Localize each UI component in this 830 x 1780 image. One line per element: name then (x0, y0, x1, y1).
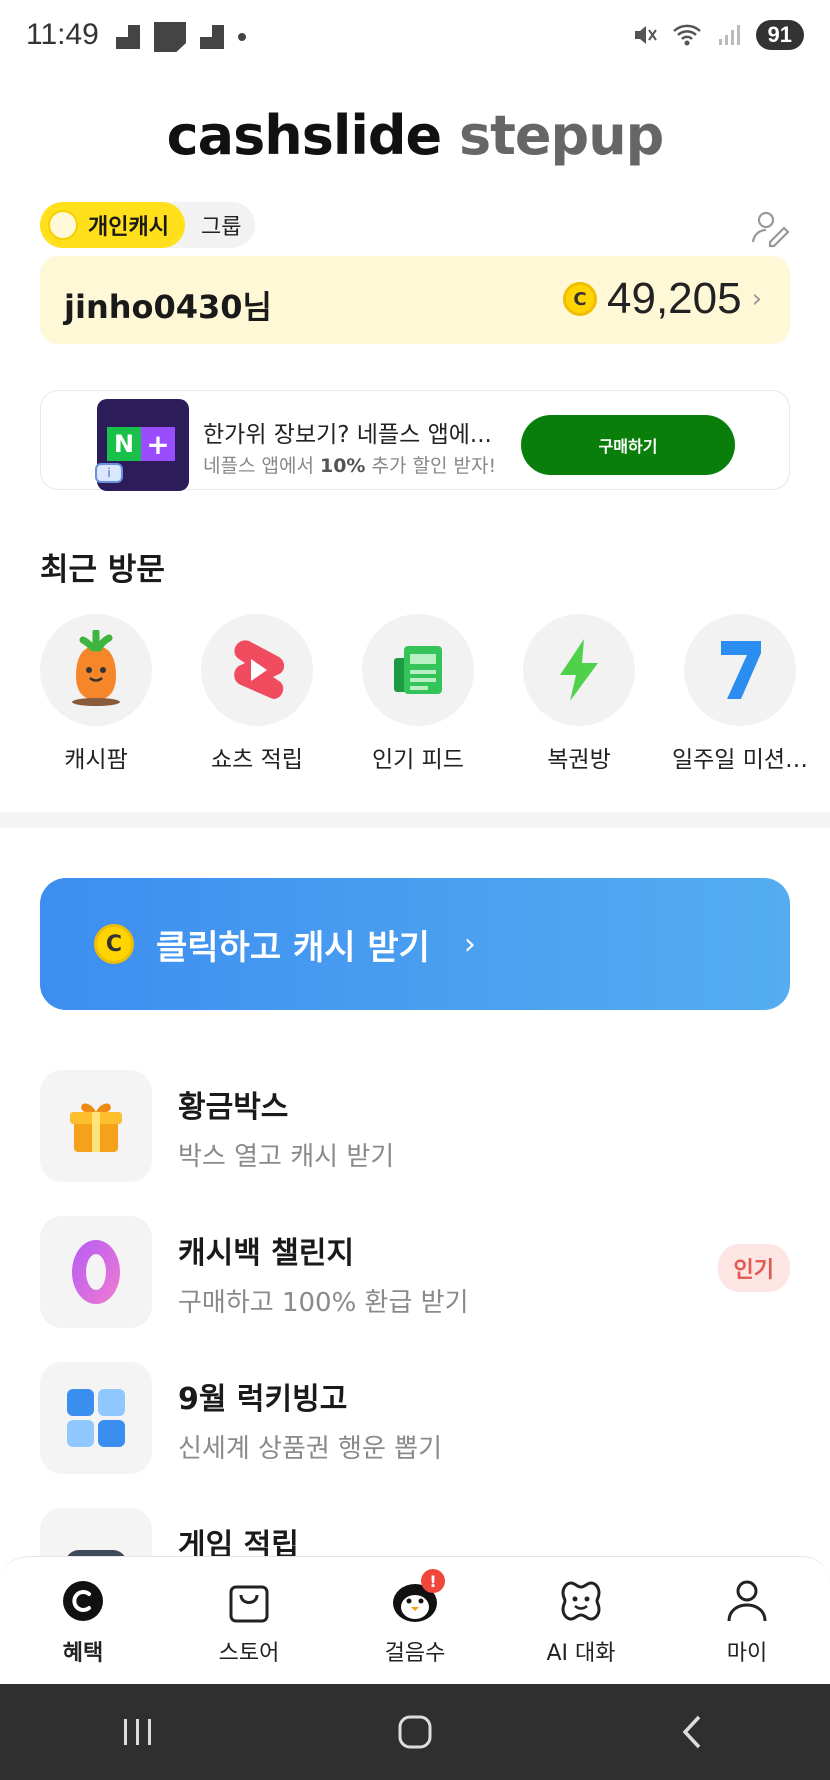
toggle-knob (48, 210, 78, 240)
benefit-item-golden-box[interactable]: 황금박스 박스 열고 캐시 받기 (40, 1070, 790, 1216)
recent-item-label: 일주일 미션… (671, 747, 809, 773)
recent-item-label: 인기 피드 (372, 747, 464, 773)
cash-coin-icon (59, 1577, 107, 1625)
nav-benefits[interactable]: 혜택 (0, 1557, 166, 1684)
home-icon[interactable] (375, 1702, 455, 1762)
more-notifications-icon (238, 33, 246, 41)
toggle-group[interactable]: 그룹 (185, 209, 241, 241)
nav-store[interactable]: 스토어 (166, 1557, 332, 1684)
nav-label: 스토어 (218, 1641, 280, 1666)
profile-edit-icon[interactable] (750, 208, 790, 248)
signal-icon (714, 20, 744, 50)
logo-part-1: cashslide (166, 104, 442, 167)
nav-steps[interactable]: ! 걸음수 (332, 1557, 498, 1684)
mute-icon (630, 20, 660, 50)
ad-logo-n: N (107, 427, 141, 461)
notification-icons (116, 22, 246, 52)
ai-face-icon (557, 1577, 605, 1625)
status-bar: 11:49 91 (0, 0, 830, 72)
chevron-right-icon: › (463, 926, 476, 962)
penguin-icon: ! (391, 1569, 445, 1625)
ad-subtitle-suffix: 추가 할인 받자! (365, 455, 497, 477)
balance-card[interactable]: jinho0430님 C 49,205 › (40, 256, 790, 344)
seven-icon (684, 614, 796, 726)
bottom-navigation: 혜택 스토어 ! 걸음수 AI 대화 마이 (0, 1556, 830, 1684)
nav-label: 걸음수 (384, 1641, 446, 1666)
toggle-personal[interactable]: 개인캐시 (40, 202, 185, 248)
ad-subtitle: 네플스 앱에서 10% 추가 할인 받자! (203, 451, 496, 478)
ad-buy-button[interactable]: 구매하기 (521, 415, 735, 475)
app-logo: cashslide stepup (0, 104, 830, 167)
recent-item-label: 복권방 (547, 747, 611, 773)
zero-icon (40, 1216, 152, 1328)
nav-label: 마이 (726, 1641, 768, 1666)
alert-badge: ! (421, 1569, 445, 1593)
benefit-item-lucky-bingo[interactable]: 9월 럭키빙고 신세계 상품권 행운 뽑기 (40, 1362, 790, 1508)
popular-badge: 인기 (717, 1244, 790, 1292)
benefit-subtitle: 구매하고 100% 환급 받기 (178, 1288, 469, 1318)
system-status: 91 (630, 20, 804, 50)
gift-box-icon (40, 1070, 152, 1182)
recent-item-shorts[interactable]: 쇼츠 적립 (201, 614, 313, 774)
recent-item-cashfarm[interactable]: 캐시팜 (40, 614, 152, 774)
cash-coin-icon: C (94, 924, 134, 964)
benefit-title: 황금박스 (178, 1090, 289, 1125)
notification-icon (200, 25, 224, 49)
benefit-item-cashback-challenge[interactable]: 캐시백 챌린지 구매하고 100% 환급 받기 인기 (40, 1216, 790, 1362)
banner-text: 클릭하고 캐시 받기 (156, 927, 430, 968)
ad-banner[interactable]: N + i 한가위 장보기? 네플스 앱에... 네플스 앱에서 10% 추가 … (40, 390, 790, 491)
recent-visits-title: 최근 방문 (40, 552, 165, 588)
nav-label: AI 대화 (546, 1641, 616, 1666)
recent-item-lottery[interactable]: 복권방 (523, 614, 635, 774)
section-divider (0, 812, 830, 828)
nav-label: 혜택 (62, 1641, 104, 1666)
benefit-subtitle: 신세계 상품권 행운 뽑기 (178, 1434, 442, 1464)
lightning-icon (523, 614, 635, 726)
newspaper-icon (362, 614, 474, 726)
nav-ai-chat[interactable]: AI 대화 (498, 1557, 664, 1684)
ad-logo-plus: + (141, 427, 175, 461)
click-cash-banner[interactable]: C 클릭하고 캐시 받기 › (40, 878, 790, 1010)
wifi-icon (672, 20, 702, 50)
battery-indicator: 91 (755, 20, 804, 50)
toggle-personal-label: 개인캐시 (88, 215, 169, 240)
shorts-play-icon (201, 614, 313, 726)
carrot-icon (40, 614, 152, 726)
recent-visits-list: 캐시팜 쇼츠 적립 인기 피드 복권방 일주일 미션… (40, 614, 830, 774)
notification-icon (116, 25, 140, 49)
balance-amount: 49,205 (607, 274, 742, 323)
username: jinho0430님 (64, 288, 272, 326)
bingo-grid-icon (40, 1362, 152, 1474)
cash-type-toggle[interactable]: 개인캐시 그룹 (40, 202, 256, 248)
ad-subtitle-highlight: 10% (319, 455, 366, 477)
recent-item-label: 쇼츠 적립 (211, 747, 303, 773)
recent-item-popular-feed[interactable]: 인기 피드 (362, 614, 474, 774)
recent-item-label: 캐시팜 (64, 747, 128, 773)
recent-item-weekly-mission[interactable]: 일주일 미션… (672, 614, 808, 774)
ad-info-icon[interactable]: i (95, 463, 123, 483)
shopping-bag-icon (225, 1577, 273, 1625)
nav-my[interactable]: 마이 (664, 1557, 830, 1684)
system-navigation-bar (0, 1684, 830, 1780)
status-time: 11:49 (26, 18, 99, 51)
person-icon (723, 1577, 771, 1625)
back-icon[interactable] (652, 1702, 732, 1762)
benefit-subtitle: 박스 열고 캐시 받기 (178, 1142, 395, 1172)
benefit-title: 9월 럭키빙고 (178, 1382, 348, 1417)
ad-subtitle-prefix: 네플스 앱에서 (203, 455, 320, 477)
cash-balance[interactable]: C 49,205 › (563, 274, 762, 324)
benefit-title: 캐시백 챌린지 (178, 1236, 355, 1271)
recent-apps-icon[interactable] (98, 1702, 178, 1762)
notification-icon (154, 22, 186, 52)
logo-part-2: stepup (458, 104, 664, 167)
cash-coin-icon: C (563, 282, 598, 316)
chevron-right-icon: › (751, 284, 762, 314)
ad-title: 한가위 장보기? 네플스 앱에... (203, 422, 492, 448)
